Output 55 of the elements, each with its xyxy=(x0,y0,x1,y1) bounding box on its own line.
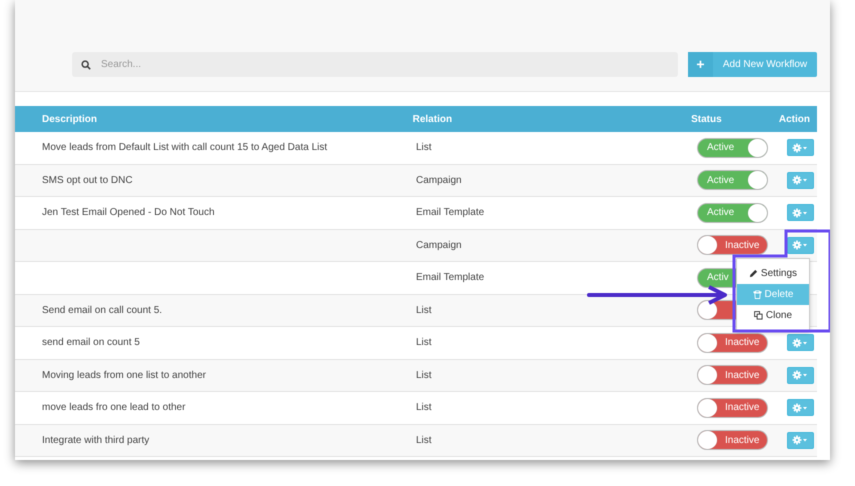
gear-icon xyxy=(792,402,808,413)
relation-text: List xyxy=(416,434,432,446)
description-text: Jen Test Email Opened - Do Not Touch xyxy=(42,207,214,218)
gear-icon xyxy=(792,142,808,153)
column-header: Action xyxy=(778,114,811,124)
status-toggle[interactable]: Active xyxy=(697,170,768,190)
gear-dropdown-button[interactable] xyxy=(786,334,814,352)
column-header: Description xyxy=(41,114,98,124)
gear-dropdown-button[interactable] xyxy=(786,139,814,156)
column-header: Status xyxy=(691,114,723,124)
status-toggle[interactable]: Inactive xyxy=(697,398,768,418)
relation-text: List xyxy=(416,142,432,154)
search-icon xyxy=(81,60,91,70)
description-text: Move leads from Default List with call count 15 to Aged Data List xyxy=(42,142,328,154)
gear-icon xyxy=(792,240,808,250)
gear-dropdown-button[interactable] xyxy=(786,366,814,384)
relation-text: List xyxy=(416,304,432,316)
relation-text: Campaign xyxy=(416,240,462,251)
gear-icon xyxy=(792,175,808,186)
gear-dropdown-button[interactable] xyxy=(786,172,814,189)
description-text: SMS opt out to DNC xyxy=(42,174,133,186)
status-toggle[interactable]: Inactive xyxy=(697,235,768,256)
relation-text: List xyxy=(416,402,432,414)
relation-text: List xyxy=(416,370,432,381)
gear-icon xyxy=(792,338,808,348)
gear-dropdown-button[interactable] xyxy=(786,204,814,222)
relation-text: Campaign xyxy=(416,174,462,186)
description-text: Send email on call count 5. xyxy=(42,304,162,316)
copy-icon xyxy=(754,311,763,320)
search-input[interactable]: Search... xyxy=(99,58,678,71)
status-toggle[interactable]: Inactive xyxy=(697,332,768,353)
relation-text: List xyxy=(416,337,432,348)
status-toggle[interactable]: Inactive xyxy=(697,430,768,450)
status-toggle[interactable]: Active xyxy=(697,138,768,158)
gear-dropdown-button[interactable] xyxy=(786,432,814,449)
status-toggle[interactable]: Active xyxy=(697,202,768,223)
description-text: move leads fro one lead to other xyxy=(42,402,186,414)
search-field[interactable]: Search... xyxy=(72,52,678,77)
description-text: Integrate with third party xyxy=(42,434,150,446)
gear-icon xyxy=(792,208,808,218)
relation-text: Email Template xyxy=(416,272,484,284)
add-workflow-button[interactable]: + Add New Workflow xyxy=(688,52,817,77)
trash-icon xyxy=(752,290,762,299)
gear-dropdown-button[interactable] xyxy=(786,236,814,254)
gear-icon xyxy=(792,435,808,446)
menu-item[interactable]: Clone xyxy=(737,305,809,326)
gear-icon xyxy=(792,370,808,380)
pencil-icon xyxy=(748,269,758,278)
menu-item[interactable]: Delete xyxy=(737,284,809,305)
gear-dropdown-button[interactable] xyxy=(786,399,814,416)
status-toggle[interactable]: Inactive xyxy=(697,365,768,386)
column-header: Relation xyxy=(412,114,454,124)
relation-text: Email Template xyxy=(416,207,484,218)
description-text: Moving leads from one list to another xyxy=(42,370,206,381)
description-text: send email on count 5 xyxy=(42,337,140,348)
